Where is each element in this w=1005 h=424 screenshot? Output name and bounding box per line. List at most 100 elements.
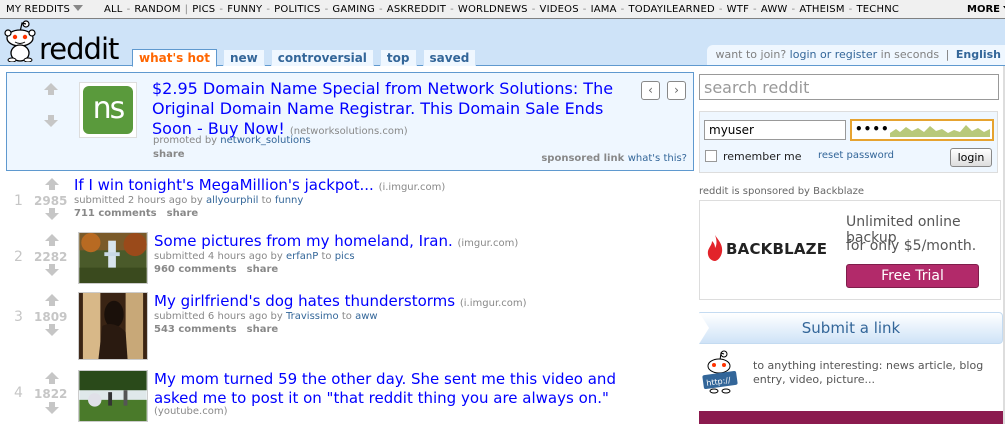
- share-link[interactable]: share: [247, 264, 279, 275]
- subreddit-link-askreddit[interactable]: ASKREDDIT: [387, 4, 446, 15]
- link-score: 2282: [34, 250, 68, 264]
- flame-icon: [707, 235, 723, 261]
- username-field[interactable]: myuser: [704, 120, 846, 140]
- subreddit-link-funny[interactable]: FUNNY: [227, 4, 262, 15]
- upvote-arrow-icon[interactable]: [45, 372, 59, 384]
- subreddit-link[interactable]: aww: [355, 311, 378, 322]
- subreddit-link-pics[interactable]: PICS: [192, 4, 215, 15]
- comments-link[interactable]: 711 comments: [74, 208, 157, 219]
- whats-this-link[interactable]: what's this?: [628, 153, 687, 164]
- subreddit-link-atheism[interactable]: ATHEISM: [799, 4, 844, 15]
- subreddit-link[interactable]: funny: [275, 195, 303, 206]
- logo-wordmark: reddit: [39, 32, 119, 66]
- separator: -: [219, 4, 224, 15]
- subreddit-link-politics[interactable]: POLITICS: [274, 4, 320, 15]
- upvote-arrow-icon[interactable]: [45, 178, 59, 190]
- tab-saved[interactable]: saved: [422, 49, 477, 66]
- subreddit-link-random[interactable]: RANDOM: [134, 4, 180, 15]
- link-row: 4 1822 My mom turned 59 the other day. S…: [0, 370, 690, 424]
- subreddit-link-videos[interactable]: VIDEOS: [540, 4, 579, 15]
- downvote-arrow-icon[interactable]: [45, 264, 59, 276]
- login-button[interactable]: login: [950, 148, 992, 167]
- author-link[interactable]: erfanP: [286, 251, 318, 262]
- promoter-link[interactable]: network_solutions: [220, 135, 310, 146]
- login-register-link[interactable]: login or register: [790, 48, 877, 61]
- link-domain[interactable]: (i.imgur.com): [460, 298, 527, 309]
- separator: -: [531, 4, 536, 15]
- backblaze-ad[interactable]: BACKBLAZE Unlimited online backup for on…: [699, 200, 1001, 300]
- submitted-time: submitted 4 hours ago by: [154, 251, 283, 262]
- subreddit-link-wtf[interactable]: WTF: [727, 4, 749, 15]
- subreddit-link-worldnews[interactable]: WORLDNEWS: [458, 4, 528, 15]
- link-title: If I win tonight's MegaMillion's jackpot…: [74, 176, 445, 194]
- author-link[interactable]: allyourphil: [206, 195, 258, 206]
- link-title-text[interactable]: My mom turned 59 the other day. She sent…: [154, 370, 616, 389]
- downvote-arrow-icon[interactable]: [45, 208, 59, 220]
- downvote-arrow-icon[interactable]: [45, 324, 59, 336]
- subreddit-link-all[interactable]: ALL: [104, 4, 123, 15]
- share-link[interactable]: share: [247, 324, 279, 335]
- subreddit-link-todayilearned[interactable]: TODAYILEARNED: [628, 4, 714, 15]
- tab-new[interactable]: new: [222, 49, 265, 66]
- comments-link[interactable]: 960 comments: [154, 264, 237, 275]
- separator: |: [184, 4, 189, 15]
- subreddit-link-gaming[interactable]: GAMING: [332, 4, 375, 15]
- subreddit-links: ALL - RANDOM | PICS - FUNNY - POLITICS - GAMING - AS…: [104, 4, 899, 15]
- subreddit-link-iama[interactable]: IAMA: [591, 4, 617, 15]
- link-thumbnail[interactable]: [78, 292, 148, 360]
- more-subreddits-button[interactable]: MORE: [957, 0, 1005, 18]
- search-input[interactable]: search reddit: [699, 74, 999, 100]
- subreddit-link-aww[interactable]: AWW: [761, 4, 788, 15]
- link-thumbnail[interactable]: [78, 232, 148, 284]
- remember-me-checkbox[interactable]: [705, 150, 717, 162]
- link-domain[interactable]: (youtube.com): [154, 406, 227, 417]
- network-solutions-logo: ns: [83, 86, 133, 134]
- reset-password-link[interactable]: reset password: [818, 150, 894, 161]
- link-buttons: 543 comments share: [154, 324, 288, 335]
- upvote-arrow-icon[interactable]: [44, 83, 58, 95]
- sort-tabs: what's hot new controversial top saved: [132, 49, 477, 67]
- comments-link[interactable]: 543 comments: [154, 324, 237, 335]
- link-rank: 1: [14, 193, 23, 209]
- link-buttons: 711 comments share: [74, 208, 208, 219]
- password-field[interactable]: ••••: [850, 119, 994, 141]
- language-link[interactable]: English: [956, 48, 1001, 61]
- promo-prev-button[interactable]: ‹: [641, 81, 660, 100]
- link-rank: 2: [14, 249, 23, 265]
- link-domain[interactable]: (imgur.com): [458, 238, 519, 249]
- submit-link-button[interactable]: Submit a link: [699, 312, 1003, 344]
- sponsored-label: sponsored link what's this?: [541, 153, 687, 164]
- subreddit-link[interactable]: pics: [335, 251, 355, 262]
- downvote-arrow-icon[interactable]: [45, 402, 59, 414]
- to-text: to: [341, 311, 352, 322]
- upvote-arrow-icon[interactable]: [45, 234, 59, 246]
- free-trial-button[interactable]: Free Trial: [846, 264, 979, 288]
- tab-what-s-hot[interactable]: what's hot: [132, 49, 217, 67]
- separator: -: [266, 4, 271, 15]
- link-title-text[interactable]: My girlfriend's dog hates thunderstorms: [154, 292, 455, 310]
- to-text: to: [321, 251, 332, 262]
- my-subreddits-label: MY REDDITS: [6, 4, 70, 15]
- link-domain[interactable]: (i.imgur.com): [379, 182, 446, 193]
- reddit-logo[interactable]: reddit: [3, 20, 123, 66]
- link-title-text[interactable]: If I win tonight's MegaMillion's jackpot…: [74, 176, 374, 194]
- separator: |: [945, 48, 950, 61]
- author-link[interactable]: Travissimo: [286, 311, 339, 322]
- subreddit-link-technc[interactable]: TECHNC: [856, 4, 899, 15]
- login-form: myuser •••• remember me reset password l…: [699, 111, 998, 173]
- tab-top[interactable]: top: [379, 49, 417, 66]
- share-link[interactable]: share: [167, 208, 199, 219]
- header: reddit what's hot new controversial top save…: [0, 19, 1005, 67]
- link-thumbnail[interactable]: [78, 370, 148, 422]
- promo-thumbnail[interactable]: ns: [79, 82, 137, 138]
- promo-next-button[interactable]: ›: [667, 81, 686, 100]
- separator: -: [126, 4, 131, 15]
- separator: -: [450, 4, 454, 15]
- downvote-arrow-icon[interactable]: [44, 115, 58, 127]
- tab-controversial[interactable]: controversial: [270, 49, 374, 66]
- link-title-text[interactable]: Some pictures from my homeland, Iran.: [154, 232, 453, 250]
- my-subreddits-dropdown[interactable]: MY REDDITS: [6, 4, 83, 15]
- separator: -: [753, 4, 757, 15]
- upvote-arrow-icon[interactable]: [45, 294, 59, 306]
- promo-share-button[interactable]: share: [153, 149, 185, 160]
